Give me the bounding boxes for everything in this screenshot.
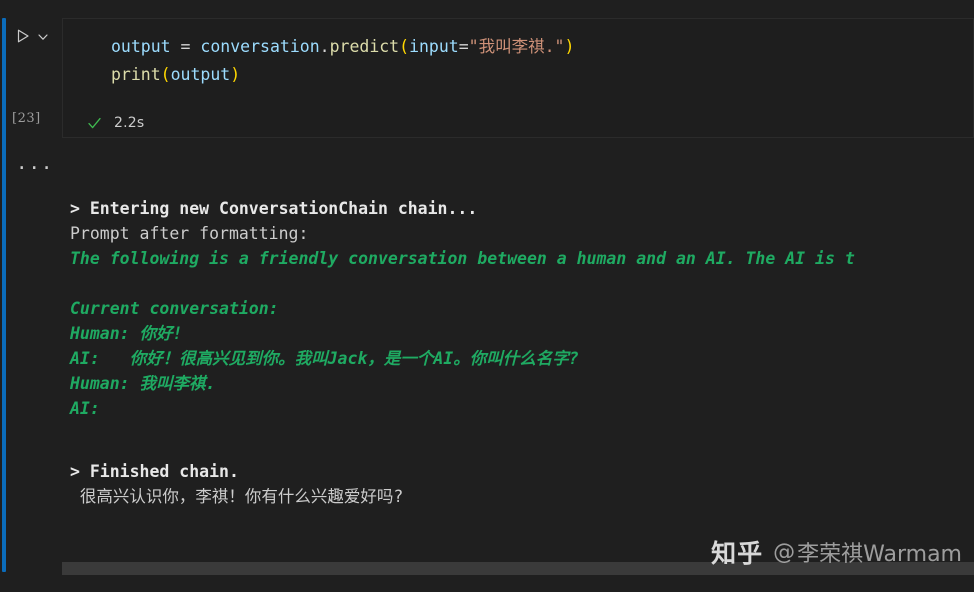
output-line-prompt-intro: The following is a friendly conversation… bbox=[70, 249, 855, 268]
play-icon-svg bbox=[17, 29, 29, 43]
output-line-final-response: 很高兴认识你，李祺！你有什么兴趣爱好吗? bbox=[70, 487, 404, 506]
code-editor-cell[interactable]: output = conversation.predict(input="我叫李… bbox=[62, 18, 974, 138]
code-token-open-paren-1: ( bbox=[399, 37, 410, 56]
execution-duration-label: 2.2s bbox=[114, 115, 145, 131]
code-token-assign: = bbox=[170, 37, 201, 56]
code-token-print-arg: output bbox=[170, 65, 231, 84]
horizontal-scrollbar-thumb[interactable] bbox=[62, 562, 974, 575]
code-token-conversation: conversation bbox=[200, 37, 320, 56]
horizontal-scrollbar-track[interactable] bbox=[62, 562, 974, 575]
output-line-finished-chain: > Finished chain. bbox=[70, 462, 239, 481]
cell-gutter: [23] ... bbox=[0, 0, 62, 592]
code-token-kwarg-equals: = bbox=[458, 37, 469, 56]
output-blank-line-2 bbox=[62, 421, 974, 446]
code-token-close-paren-1: ) bbox=[564, 37, 575, 56]
output-line-human-2: Human: 我叫李祺. bbox=[70, 374, 216, 393]
notebook-cell-container: [23] ... output = conversation.predict(i… bbox=[0, 0, 974, 592]
check-icon bbox=[86, 115, 102, 131]
code-token-dot: . bbox=[319, 37, 330, 56]
chevron-down-icon-svg bbox=[38, 34, 48, 40]
code-token-open-paren-2: ( bbox=[160, 65, 171, 84]
output-blank-line-1 bbox=[62, 271, 974, 296]
cell-output-area: > Entering new ConversationChain chain..… bbox=[62, 196, 974, 558]
code-token-print: print bbox=[111, 65, 161, 84]
code-editor-area[interactable]: output = conversation.predict(input="我叫李… bbox=[63, 19, 973, 89]
play-icon[interactable] bbox=[14, 27, 32, 45]
code-line-1: output = conversation.predict(input="我叫李… bbox=[63, 33, 973, 61]
output-blank-line-3 bbox=[62, 446, 974, 459]
output-line-ai-2: AI: bbox=[70, 399, 100, 418]
chevron-down-icon[interactable] bbox=[36, 30, 50, 44]
code-token-predict: predict bbox=[329, 37, 400, 56]
output-line-ai-1: AI: 你好！很高兴见到你。我叫Jack，是一个AI。你叫什么名字? bbox=[70, 349, 579, 368]
code-token-string-literal: "我叫李祺." bbox=[468, 37, 565, 56]
check-icon-svg bbox=[87, 117, 101, 128]
code-token-input-kwarg: input bbox=[409, 37, 459, 56]
output-line-entering-chain: > Entering new ConversationChain chain..… bbox=[70, 199, 478, 218]
output-line-current-conversation: Current conversation: bbox=[70, 299, 279, 318]
output-line-human-1: Human: 你好! bbox=[70, 324, 183, 343]
execution-status-row: 2.2s bbox=[62, 108, 144, 138]
code-token-output-var: output bbox=[111, 37, 171, 56]
output-line-prompt-header: Prompt after formatting: bbox=[70, 224, 309, 243]
code-token-close-paren-2: ) bbox=[230, 65, 241, 84]
code-line-2: print(output) bbox=[63, 61, 973, 89]
execution-count-label: [23] bbox=[12, 111, 41, 126]
more-actions-icon[interactable]: ... bbox=[16, 154, 53, 173]
